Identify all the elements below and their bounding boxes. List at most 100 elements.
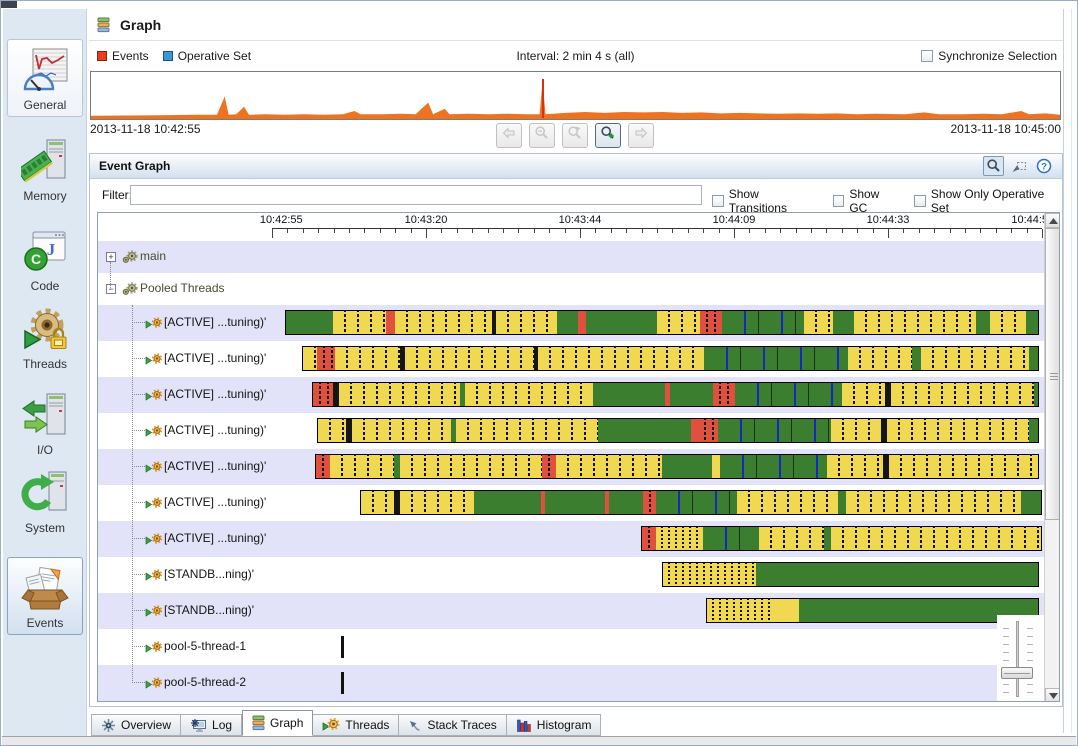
tree-expander[interactable]: + [106, 252, 116, 262]
thread-row[interactable]: [ACTIVE] ...tuning)' [98, 521, 1044, 557]
event-segment-g [609, 491, 643, 514]
help-icon[interactable]: ? [1033, 156, 1054, 176]
stack-traces-icon [408, 719, 422, 732]
code-icon: JC [7, 227, 83, 277]
event-segment-g [1033, 383, 1038, 406]
event-segment-ys [711, 455, 721, 478]
event-graph-title: Event Graph [99, 159, 171, 173]
group-row-main[interactable]: + main [98, 241, 1044, 273]
event-segment-ys [338, 383, 461, 406]
sidebar-item-memory[interactable]: Memory [7, 137, 83, 203]
thread-row[interactable]: [ACTIVE] ...tuning)' [98, 449, 1044, 485]
thread-icon [145, 353, 163, 371]
tab-threads[interactable]: Threads [313, 714, 400, 736]
event-segment-ysd [662, 563, 757, 586]
tab-overview[interactable]: Overview [91, 714, 182, 736]
magnifier-icon[interactable] [983, 156, 1004, 176]
minor-tick [595, 229, 597, 233]
scroll-up-button[interactable] [1045, 213, 1059, 228]
event-segment-ys [360, 491, 395, 514]
scroll-down-button[interactable] [1045, 688, 1059, 701]
tree-guide-children [132, 305, 133, 683]
zoom-in-button[interactable] [595, 123, 621, 148]
group-row-pooled-threads[interactable]: − Pooled Threads [98, 273, 1044, 305]
axis-tick-label: 10:44:33 [866, 214, 910, 226]
checkbox-show-gc[interactable]: Show GC [832, 187, 900, 215]
axis-ruler [272, 228, 1043, 240]
minor-tick [610, 229, 612, 233]
tab-graph[interactable]: Graph [242, 710, 314, 736]
sidebar-item-system[interactable]: System [7, 469, 83, 535]
thread-label: [ACTIVE] ...tuning)' [164, 459, 267, 473]
sidebar-item-label: General [23, 98, 67, 112]
thread-event-bar[interactable] [312, 382, 1039, 407]
tab-label: Log [212, 718, 233, 732]
back-button[interactable] [496, 123, 522, 148]
minor-tick [410, 229, 412, 233]
tree-expander[interactable]: − [106, 284, 116, 294]
thread-row[interactable]: pool-5-thread-2 [98, 665, 1044, 701]
thread-event-bar[interactable] [302, 346, 1039, 371]
thread-row[interactable]: [ACTIVE] ...tuning)' [98, 485, 1044, 521]
thread-event-bar[interactable] [315, 454, 1039, 479]
synchronize-checkbox[interactable] [921, 50, 934, 62]
sidebar-item-threads[interactable]: Threads [7, 305, 83, 371]
event-segment-ys [758, 527, 824, 550]
zoom-out-button[interactable] [529, 123, 555, 148]
slider-thumb[interactable] [1001, 667, 1033, 679]
vertical-scrollbar[interactable] [1044, 213, 1059, 701]
tab-log[interactable]: Log [181, 714, 243, 736]
checkbox-show-transitions[interactable]: Show Transitions [712, 187, 818, 215]
thread-event-bar[interactable] [359, 490, 1042, 515]
sidebar-item-events[interactable]: Events [7, 557, 83, 635]
event-segment-g [593, 383, 665, 406]
tab-histogram[interactable]: Histogram [506, 714, 602, 736]
thread-row[interactable]: [ACTIVE] ...tuning)' [98, 377, 1044, 413]
checkbox-box[interactable] [832, 195, 845, 207]
thread-row[interactable]: [STANDB...ning)' [98, 593, 1044, 629]
minor-tick [749, 229, 751, 233]
event-segment-rs [643, 491, 657, 514]
checkbox-box[interactable] [712, 195, 724, 207]
sidebar-item-i-o[interactable]: I/O [7, 391, 83, 457]
thread-row[interactable]: pool-5-thread-1 [98, 629, 1044, 665]
thread-event-bar[interactable] [705, 598, 1039, 623]
bottom-strip [2, 736, 1076, 745]
filter-input[interactable] [130, 185, 702, 205]
checkbox-show-only-operative-set[interactable]: Show Only Operative Set [914, 187, 1062, 215]
synchronize-selection[interactable]: Synchronize Selection [921, 49, 1057, 63]
forward-button[interactable] [628, 123, 654, 148]
graph-icon [252, 715, 265, 731]
sidebar-item-label: Events [26, 616, 64, 630]
event-segment-g [1026, 311, 1038, 334]
checkbox-box[interactable] [914, 195, 926, 207]
thread-event-bar[interactable] [661, 562, 1039, 587]
major-tick [734, 229, 735, 238]
thread-row[interactable]: [ACTIVE] ...tuning)' [98, 413, 1044, 449]
histogram-icon [516, 718, 532, 733]
thread-row[interactable]: [ACTIVE] ...tuning)' [98, 341, 1044, 377]
sidebar-item-code[interactable]: J C Code [7, 227, 83, 293]
thread-row[interactable]: [ACTIVE] ...tuning)' [98, 305, 1044, 341]
sidebar-item-general[interactable]: General [7, 39, 83, 117]
slider-track[interactable] [1016, 621, 1019, 697]
minor-tick [811, 229, 812, 233]
log-icon [190, 718, 207, 733]
thread-event-bar[interactable] [285, 310, 1039, 335]
thread-event-bar[interactable] [640, 526, 1042, 551]
thread-event-bar[interactable] [316, 418, 1039, 443]
event-segment-g [662, 455, 712, 478]
interval-label: Interval: 2 min 4 s (all) [516, 49, 635, 63]
thread-event-tick [341, 636, 345, 658]
event-segment-g [1029, 419, 1038, 442]
zoom-region-icon[interactable] [1008, 156, 1029, 176]
event-graph-header: Event Graph [90, 154, 1062, 179]
event-segment-ys [830, 527, 1041, 550]
minor-tick [903, 229, 905, 233]
scrollbar-thumb[interactable] [1045, 228, 1059, 520]
tab-stack-traces[interactable]: Stack Traces [399, 714, 507, 736]
zoom-selection-button[interactable] [562, 123, 588, 148]
minor-tick [441, 229, 443, 233]
overview-chart[interactable] [90, 71, 1061, 120]
thread-row[interactable]: [STANDB...ning)' [98, 557, 1044, 593]
